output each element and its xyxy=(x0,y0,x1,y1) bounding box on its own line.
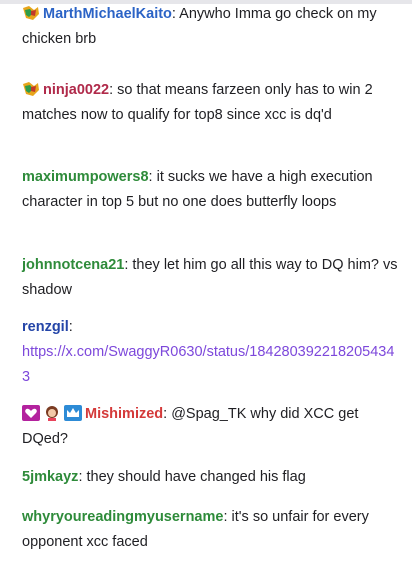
crown-badge-icon[interactable] xyxy=(64,405,82,421)
game-badge-icon[interactable] xyxy=(22,81,40,97)
chat-message: MarthMichaelKaito: Anywho Imma go check … xyxy=(22,2,400,52)
chat-username[interactable]: Mishimized xyxy=(85,406,163,422)
avatar-badge-icon[interactable] xyxy=(43,405,61,421)
chat-username[interactable]: 5jmkayz xyxy=(22,469,78,485)
chat-message: renzgil: https://x.com/SwaggyR0630/status… xyxy=(22,315,400,390)
chat-message: ninja0022: so that means farzeen only ha… xyxy=(22,78,400,128)
chat-message: Mishimized: @Spag_TK why did XCC get DQe… xyxy=(22,402,400,452)
chat-username[interactable]: whyryoureadingmyusername xyxy=(22,509,223,525)
chat-text: they should have changed his flag xyxy=(82,469,306,485)
chat-message: johnnotcena21: they let him go all this … xyxy=(22,253,400,303)
game-badge-icon[interactable] xyxy=(22,5,40,21)
chat-username[interactable]: renzgil xyxy=(22,319,69,335)
chat-message: 5jmkayz: they should have changed his fl… xyxy=(22,465,400,490)
chat-username[interactable]: MarthMichaelKaito xyxy=(43,6,172,22)
subscriber-heart-icon[interactable] xyxy=(22,405,40,421)
chat-message: whyryoureadingmyusername: it's so unfair… xyxy=(22,505,400,555)
chat-link[interactable]: https://x.com/SwaggyR0630/status/1842803… xyxy=(22,344,394,385)
chat-username[interactable]: johnnotcena21 xyxy=(22,257,124,273)
chat-colon: : xyxy=(68,319,73,335)
chat-message: maximumpowers8: it sucks we have a high … xyxy=(22,165,400,215)
chat-username[interactable]: maximumpowers8 xyxy=(22,169,149,185)
chat-username[interactable]: ninja0022 xyxy=(43,82,109,98)
